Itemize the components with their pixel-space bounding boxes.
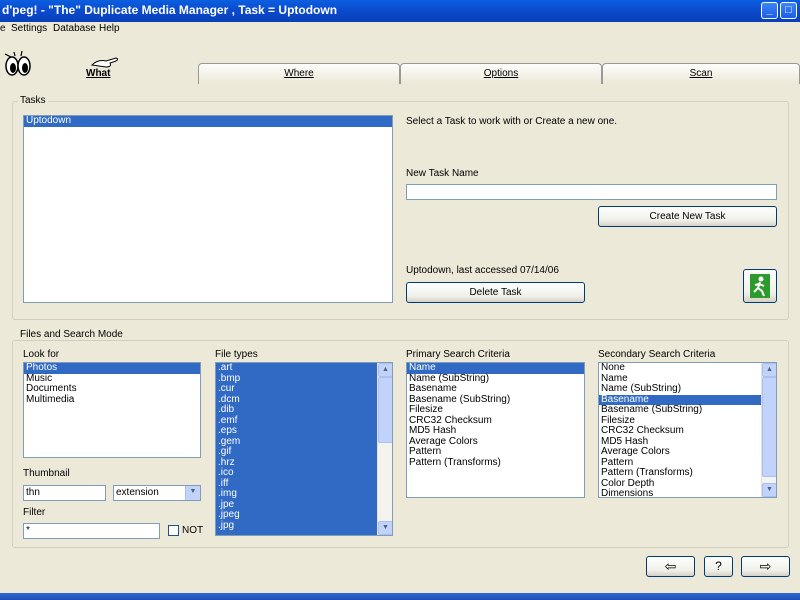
file-type-item[interactable]: .gif (216, 446, 392, 458)
look-for-item[interactable]: Multimedia (24, 394, 200, 406)
look-for-item[interactable]: Photos (24, 363, 200, 374)
menu-item-settings[interactable]: Settings (11, 23, 47, 34)
tasks-list[interactable]: Uptodown (23, 115, 393, 303)
tab-scan-label: Scan (689, 68, 713, 79)
tab-scan[interactable]: Scan (602, 63, 800, 84)
new-task-name-input[interactable] (406, 184, 777, 200)
file-type-item[interactable]: .cur (216, 383, 392, 395)
file-types-scrollbar[interactable]: ▲ ▼ (377, 363, 392, 535)
secondary-criteria-scrollbar[interactable]: ▲ ▼ (761, 363, 776, 497)
running-man-icon (750, 274, 770, 298)
primary-criteria-label: Primary Search Criteria (406, 349, 510, 360)
file-type-item[interactable]: .dib (216, 404, 392, 416)
file-types-list[interactable]: .art .bmp .cur .dcm .dib .emf .eps .gem … (215, 362, 393, 536)
chevron-down-icon[interactable]: ▼ (185, 486, 200, 500)
filter-input[interactable]: * (23, 523, 160, 539)
file-type-item[interactable]: .eps (216, 425, 392, 437)
primary-criteria-list[interactable]: Name Name (SubString) Basename Basename … (406, 362, 585, 498)
tasks-group-title: Tasks (18, 95, 48, 106)
filter-label: Filter (23, 507, 46, 518)
tab-options[interactable]: Options (400, 63, 602, 84)
primary-criteria-item[interactable]: MD5 Hash (407, 425, 584, 437)
thumbnail-mode-select[interactable]: extension ▼ (113, 485, 201, 501)
secondary-criteria-item[interactable]: Dimensions (599, 488, 776, 497)
secondary-criteria-item[interactable]: None (599, 363, 776, 374)
file-type-item[interactable]: .emf (216, 415, 392, 427)
secondary-criteria-item[interactable]: CRC32 Checksum (599, 425, 776, 437)
tab-where-label: Where (284, 68, 314, 79)
primary-criteria-item[interactable]: Filesize (407, 404, 584, 416)
file-type-item[interactable]: .jpg (216, 520, 392, 532)
primary-criteria-item[interactable]: Name (407, 363, 584, 374)
secondary-criteria-item[interactable]: Pattern (Transforms) (599, 467, 776, 479)
forward-arrow-button[interactable]: ⇨ (741, 556, 790, 577)
look-for-label: Look for (23, 349, 60, 360)
thumbnail-mode-value: extension (116, 487, 159, 498)
task-item-uptodown[interactable]: Uptodown (24, 116, 392, 127)
file-type-item[interactable]: .bmp (216, 373, 392, 385)
primary-criteria-item[interactable]: Pattern (Transforms) (407, 457, 584, 469)
file-types-label: File types (215, 349, 258, 360)
look-for-list[interactable]: Photos Music Documents Multimedia (23, 362, 201, 458)
file-type-item[interactable]: .img (216, 488, 392, 500)
title-bar: d'peg! - "The" Duplicate Media Manager ,… (0, 0, 800, 22)
create-new-task-button[interactable]: Create New Task (598, 206, 777, 227)
scroll-down-icon[interactable]: ▼ (378, 521, 392, 535)
files-group-title: Files and Search Mode (18, 329, 125, 340)
primary-criteria-item[interactable]: Pattern (407, 446, 584, 458)
look-for-item[interactable]: Documents (24, 383, 200, 395)
minimize-button[interactable]: _ (761, 2, 778, 19)
tab-what-label: What (86, 68, 111, 79)
scroll-up-icon[interactable]: ▲ (378, 363, 392, 377)
file-type-item[interactable]: .jpeg (216, 509, 392, 521)
file-type-item[interactable]: .jpe (216, 499, 392, 511)
secondary-criteria-label: Secondary Search Criteria (598, 349, 716, 360)
new-task-name-label: New Task Name (406, 168, 479, 179)
taskbar-edge (0, 593, 800, 600)
file-type-item[interactable]: .gem (216, 436, 392, 448)
file-type-item[interactable]: .ico (216, 467, 392, 479)
scroll-down-icon[interactable]: ▼ (762, 483, 776, 497)
thumbnail-label: Thumbnail (23, 468, 70, 479)
scroll-thumb[interactable] (762, 377, 776, 477)
secondary-criteria-item[interactable]: Basename (SubString) (599, 404, 776, 416)
file-type-item[interactable]: .art (216, 363, 392, 374)
delete-task-button[interactable]: Delete Task (406, 282, 585, 303)
file-type-item[interactable]: .dcm (216, 394, 392, 406)
help-button[interactable]: ? (704, 556, 733, 577)
scroll-thumb[interactable] (378, 377, 392, 443)
thumbnail-input[interactable]: thn (23, 485, 106, 501)
eyes-logo-icon (4, 50, 31, 76)
scroll-up-icon[interactable]: ▲ (762, 363, 776, 377)
tab-what[interactable]: What (80, 62, 120, 84)
menu-item-partial[interactable]: e (0, 23, 6, 34)
primary-criteria-item[interactable]: Basename (407, 383, 584, 395)
file-type-item[interactable]: .hrz (216, 457, 392, 469)
secondary-criteria-item[interactable]: Name (SubString) (599, 383, 776, 395)
menu-item-help[interactable]: Help (99, 23, 120, 34)
window-title: d'peg! - "The" Duplicate Media Manager ,… (2, 3, 338, 17)
secondary-criteria-item[interactable]: Average Colors (599, 446, 776, 458)
file-type-item[interactable]: .iff (216, 478, 392, 490)
tab-where[interactable]: Where (198, 63, 400, 84)
not-label: NOT (182, 525, 204, 536)
maximize-button[interactable]: □ (780, 2, 797, 19)
secondary-criteria-list[interactable]: None Name Name (SubString) Basename Base… (598, 362, 777, 498)
not-checkbox[interactable] (168, 525, 179, 536)
task-instruction-text: Select a Task to work with or Create a n… (406, 116, 618, 127)
tab-options-label: Options (483, 68, 519, 79)
menu-bar: e Settings Database Help (0, 22, 800, 37)
last-accessed-text: Uptodown, last accessed 07/14/06 (406, 265, 559, 276)
menu-item-database[interactable]: Database (53, 23, 96, 34)
run-task-button[interactable] (743, 269, 777, 303)
back-arrow-button[interactable]: ⇦ (646, 556, 695, 577)
